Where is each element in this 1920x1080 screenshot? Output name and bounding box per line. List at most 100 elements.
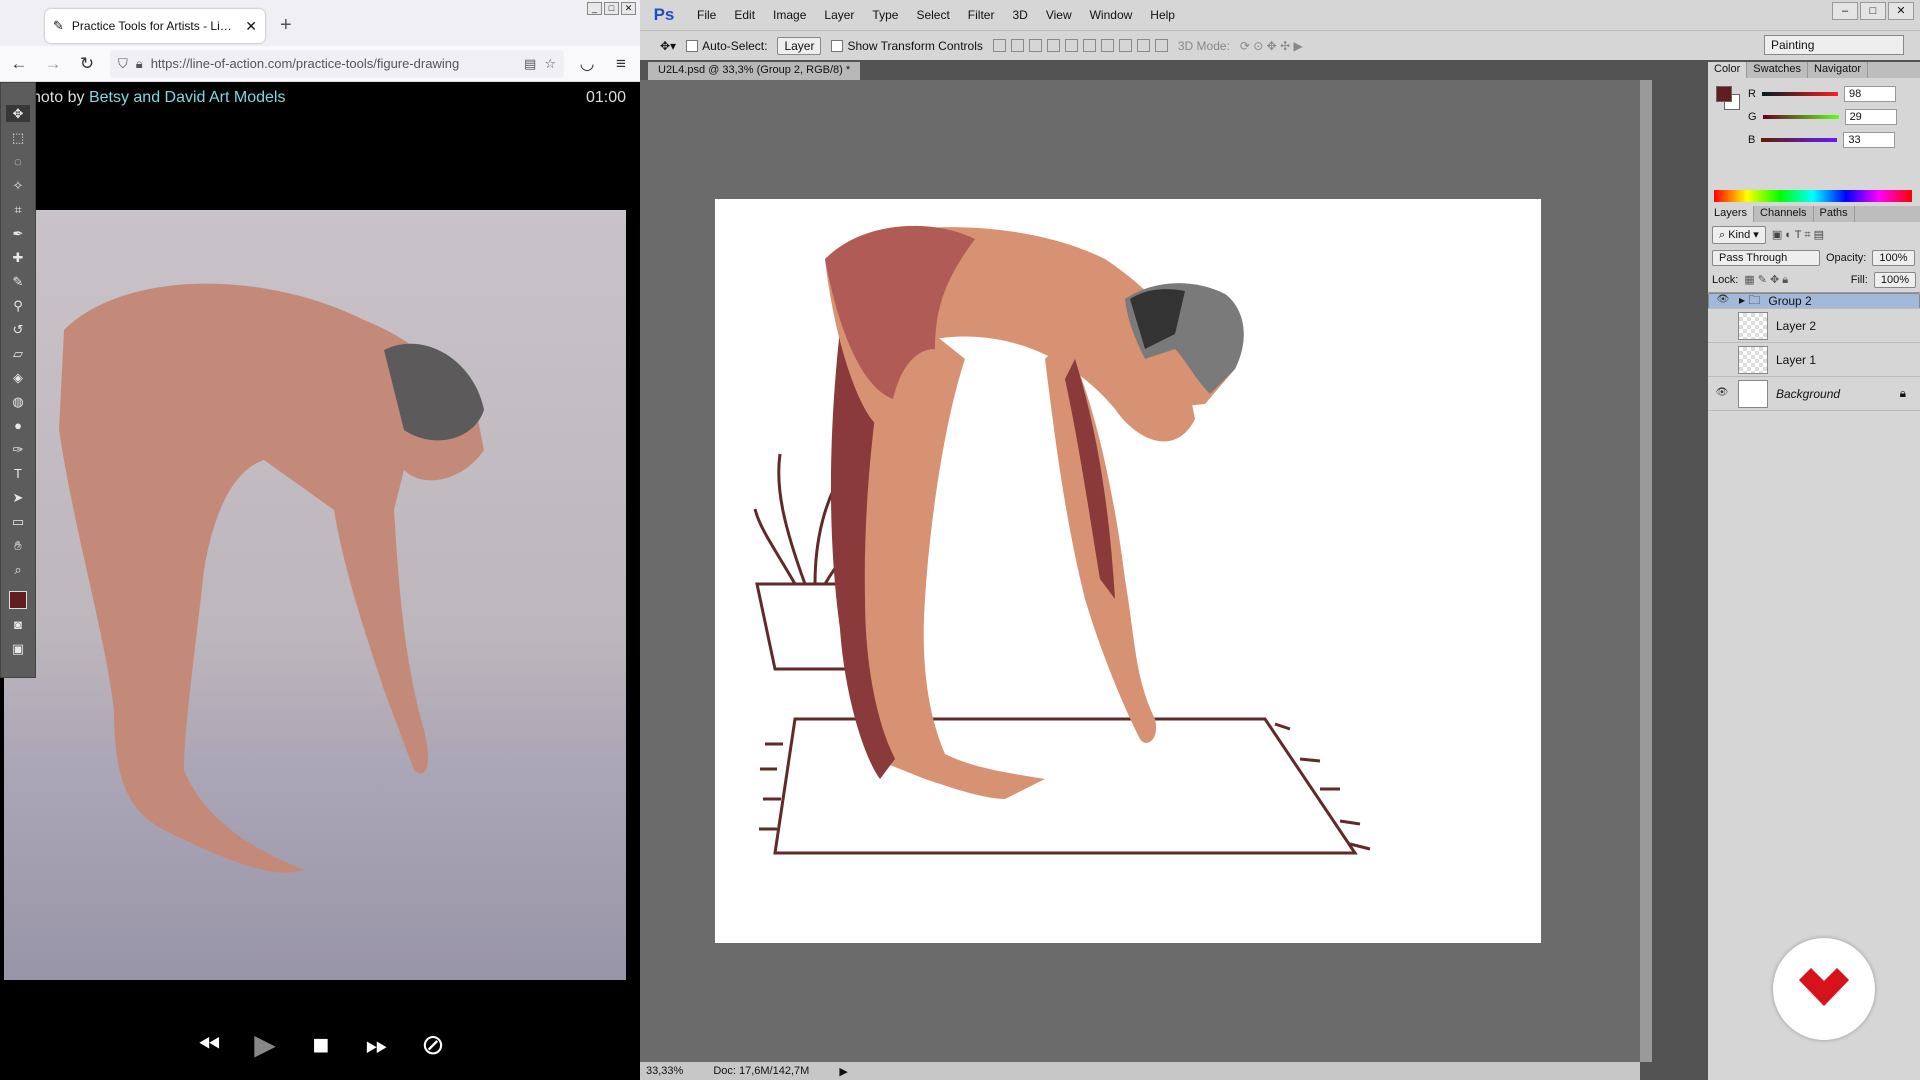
marquee-tool-icon[interactable]: ⬚ bbox=[6, 129, 30, 146]
visibility-toggle[interactable] bbox=[1714, 353, 1730, 367]
shape-tool-icon[interactable]: ▭ bbox=[6, 513, 30, 530]
layer-row-background[interactable]: 👁︎ Background 🔒︎ bbox=[1708, 377, 1920, 411]
bucket-tool-icon[interactable]: ◈ bbox=[6, 369, 30, 386]
zoom-level[interactable]: 33,33% bbox=[646, 1065, 683, 1077]
stamp-tool-icon[interactable]: ⚲ bbox=[6, 297, 30, 314]
foreground-color-swatch[interactable] bbox=[9, 591, 27, 609]
reader-view-icon[interactable]: ▤ bbox=[524, 56, 536, 72]
close-tab-icon[interactable]: ✕ bbox=[245, 18, 257, 35]
menu-icon[interactable]: ≡ bbox=[610, 54, 632, 74]
opacity-input[interactable]: 100% bbox=[1872, 250, 1915, 266]
new-tab-button[interactable]: + bbox=[280, 14, 292, 37]
green-slider[interactable] bbox=[1762, 115, 1839, 119]
stop-icon[interactable]: ■ bbox=[302, 1030, 340, 1060]
lasso-tool-icon[interactable]: ◌ bbox=[6, 153, 30, 170]
pen-tool-icon[interactable]: ✑ bbox=[6, 441, 30, 458]
brush-tool-icon[interactable]: ✎ bbox=[6, 273, 30, 290]
document-tab[interactable]: U2L4.psd @ 33,3% (Group 2, RGB/8) * bbox=[648, 62, 861, 80]
healing-tool-icon[interactable]: ✚ bbox=[6, 249, 30, 266]
blend-mode-dropdown[interactable]: Pass Through bbox=[1712, 250, 1820, 266]
blue-value-input[interactable]: 33 bbox=[1843, 132, 1896, 148]
history-brush-tool-icon[interactable]: ↺ bbox=[6, 321, 30, 338]
site-favicon-icon: ✎ bbox=[53, 18, 64, 33]
menu-edit[interactable]: Edit bbox=[725, 8, 764, 22]
lock-icon: 🔒︎ bbox=[135, 55, 143, 71]
screen-mode-icon[interactable]: ▣ bbox=[6, 640, 30, 657]
hand-tool-icon[interactable]: ✋︎ bbox=[6, 537, 30, 554]
dodge-tool-icon[interactable]: ● bbox=[6, 417, 30, 434]
zoom-tool-icon[interactable]: ⌕ bbox=[6, 561, 30, 578]
layer-filter-dropdown[interactable]: ⌕ Kind ▾ bbox=[1712, 226, 1766, 244]
menu-file[interactable]: File bbox=[688, 8, 725, 22]
layer-row-layer-2[interactable]: Layer 2 bbox=[1708, 309, 1920, 343]
blur-tool-icon[interactable]: ◍ bbox=[6, 393, 30, 410]
tab-channels[interactable]: Channels bbox=[1754, 206, 1814, 222]
menu-type[interactable]: Type bbox=[863, 8, 907, 22]
menu-3d[interactable]: 3D bbox=[1003, 8, 1036, 22]
visibility-toggle[interactable] bbox=[1714, 319, 1730, 333]
bookmark-star-icon[interactable]: ☆ bbox=[544, 56, 556, 72]
auto-select-checkbox[interactable]: Auto-Select: bbox=[686, 39, 767, 53]
canvas[interactable] bbox=[715, 199, 1541, 943]
status-arrow-icon[interactable]: ▶ bbox=[839, 1065, 847, 1078]
eraser-tool-icon[interactable]: ▱ bbox=[6, 345, 30, 362]
tab-navigator[interactable]: Navigator bbox=[1808, 62, 1869, 78]
move-tool-preset-icon[interactable]: ✥▾ bbox=[660, 39, 676, 53]
quick-mask-icon[interactable]: ◙ bbox=[6, 616, 30, 633]
panel-dock: Color Swatches Navigator R 98 G 29 B 33 … bbox=[1708, 62, 1920, 1080]
play-icon[interactable]: ▶︎ bbox=[246, 1030, 284, 1060]
move-tool-icon[interactable]: ✥ bbox=[6, 105, 30, 122]
browser-window-controls: _ □ ✕ bbox=[587, 2, 636, 15]
forward-arrow-icon[interactable]: → bbox=[42, 54, 64, 74]
photo-header: hoto by Betsy and David Art Models 01:00 bbox=[0, 82, 640, 116]
fg-bg-color-swatch[interactable] bbox=[1716, 86, 1744, 114]
browser-tab[interactable]: ✎ Practice Tools for Artists - Line of A… bbox=[45, 9, 265, 43]
workspace-dropdown[interactable]: Painting bbox=[1764, 35, 1904, 55]
ps-close-icon[interactable]: ✕ bbox=[1888, 2, 1914, 20]
red-slider[interactable] bbox=[1761, 92, 1838, 96]
transform-controls-checkbox[interactable]: Show Transform Controls bbox=[831, 39, 983, 53]
menu-image[interactable]: Image bbox=[764, 8, 815, 22]
color-spectrum-bar[interactable] bbox=[1714, 190, 1912, 202]
ps-minimize-icon[interactable]: – bbox=[1832, 2, 1858, 20]
reload-icon[interactable]: ↻ bbox=[76, 54, 98, 74]
fill-input[interactable]: 100% bbox=[1873, 272, 1916, 288]
visibility-eye-icon[interactable]: 👁︎ bbox=[1715, 294, 1731, 308]
next-icon[interactable]: ⏩︎ bbox=[358, 1030, 396, 1060]
ps-maximize-icon[interactable]: □ bbox=[1860, 2, 1886, 20]
lock-icons[interactable]: ▦ ✎ ✥ 🔒︎ bbox=[1744, 273, 1788, 287]
menu-view[interactable]: View bbox=[1037, 8, 1081, 22]
menu-window[interactable]: Window bbox=[1081, 8, 1142, 22]
auto-select-dropdown[interactable]: Layer bbox=[777, 36, 822, 55]
red-value-input[interactable]: 98 bbox=[1843, 86, 1896, 102]
menu-select[interactable]: Select bbox=[907, 8, 958, 22]
layer-row-group-2[interactable]: 👁︎ ▸ 🗀 Group 2 bbox=[1708, 293, 1920, 309]
pocket-icon[interactable]: ◡ bbox=[576, 54, 598, 74]
type-tool-icon[interactable]: T bbox=[6, 465, 30, 482]
back-arrow-icon[interactable]: ← bbox=[8, 54, 30, 74]
eyedropper-tool-icon[interactable]: ✒ bbox=[6, 225, 30, 242]
tab-color[interactable]: Color bbox=[1708, 62, 1748, 78]
maximize-icon[interactable]: □ bbox=[604, 2, 619, 15]
menu-filter[interactable]: Filter bbox=[959, 8, 1004, 22]
menu-layer[interactable]: Layer bbox=[815, 8, 863, 22]
menu-help[interactable]: Help bbox=[1141, 8, 1184, 22]
crop-tool-icon[interactable]: ⌗ bbox=[6, 201, 30, 218]
layer-row-layer-1[interactable]: Layer 1 bbox=[1708, 343, 1920, 377]
quick-select-tool-icon[interactable]: ✧ bbox=[6, 177, 30, 194]
close-icon[interactable]: ✕ bbox=[621, 2, 636, 15]
blue-slider[interactable] bbox=[1761, 138, 1838, 142]
tab-paths[interactable]: Paths bbox=[1814, 206, 1855, 222]
url-bar[interactable]: ⛉ 🔒︎ https://line-of-action.com/practice… bbox=[110, 49, 564, 78]
path-select-tool-icon[interactable]: ➤ bbox=[6, 489, 30, 506]
photo-credit-link[interactable]: Betsy and David Art Models bbox=[89, 89, 286, 106]
tab-swatches[interactable]: Swatches bbox=[1747, 62, 1808, 78]
document-scrollbar[interactable] bbox=[1640, 80, 1652, 1062]
green-value-input[interactable]: 29 bbox=[1844, 109, 1897, 125]
minimize-icon[interactable]: _ bbox=[587, 2, 602, 15]
layer-thumbnail bbox=[1738, 345, 1768, 374]
previous-icon[interactable]: ⏪︎ bbox=[190, 1030, 228, 1060]
visibility-eye-icon[interactable]: 👁︎ bbox=[1714, 387, 1730, 401]
tab-layers[interactable]: Layers bbox=[1708, 206, 1755, 222]
hide-eye-icon[interactable]: ⊘ bbox=[414, 1030, 452, 1060]
